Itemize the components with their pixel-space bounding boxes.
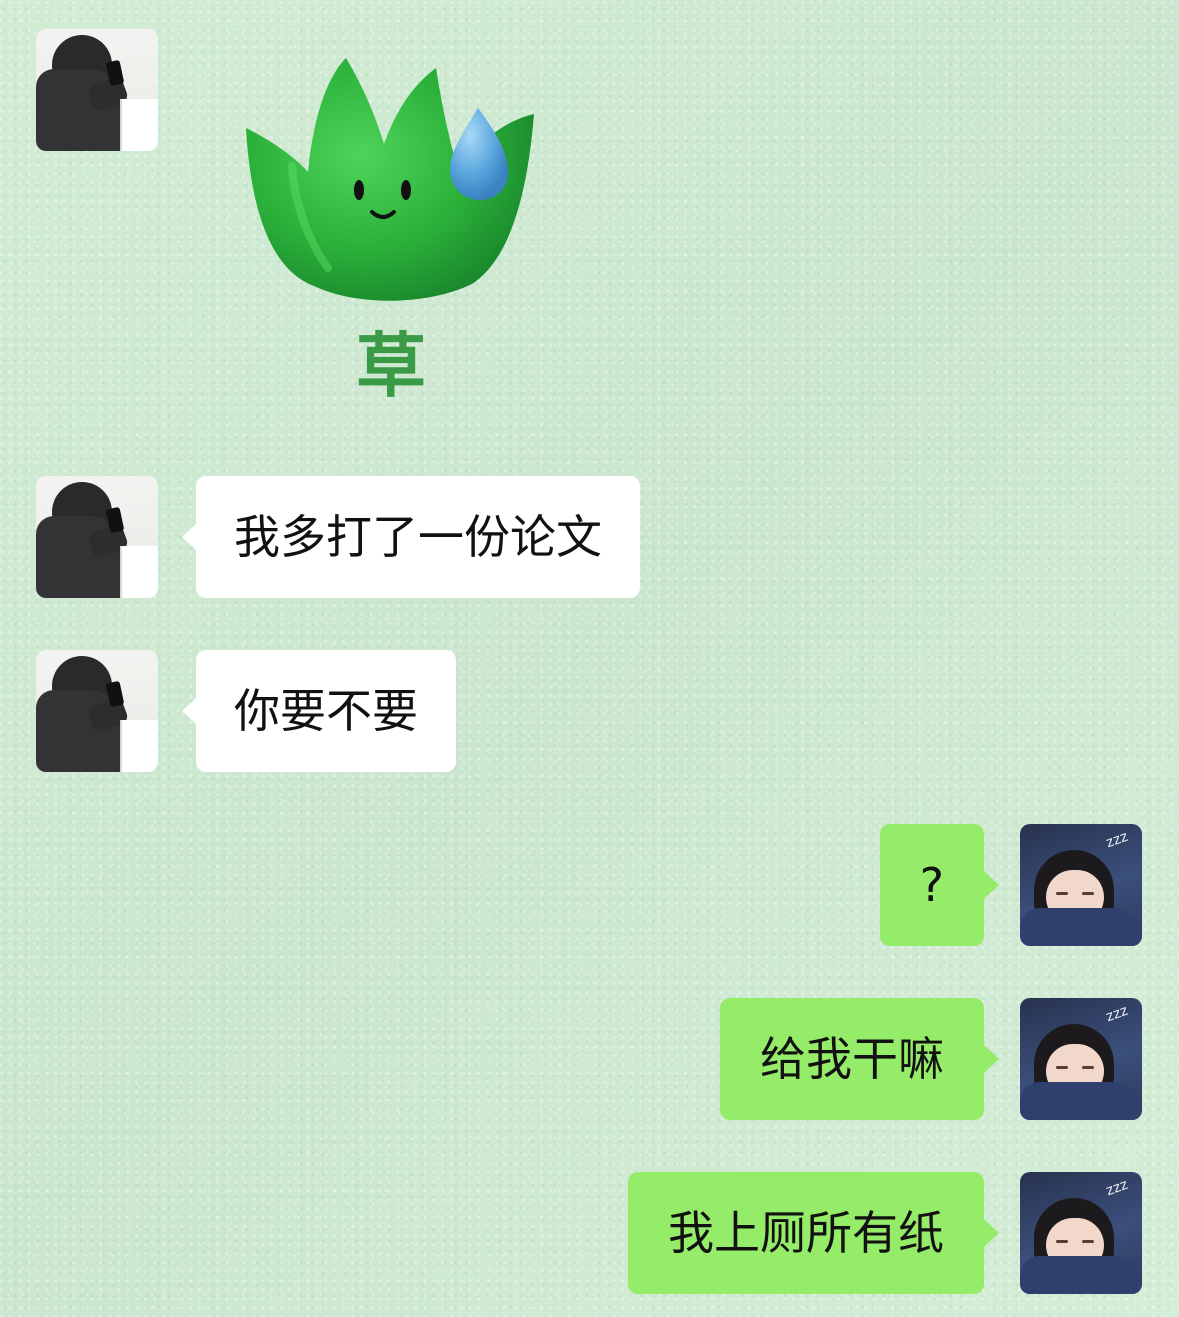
sticker-caption: 草 xyxy=(356,325,426,407)
outgoing-message-bubble[interactable]: 给我干嘛 xyxy=(720,998,999,1120)
message-row-incoming: 你要不要 xyxy=(0,650,1179,772)
message-row-outgoing: 给我干嘛 zzz xyxy=(0,998,1179,1120)
grass-crown-sweat-icon xyxy=(246,58,534,301)
contact-avatar[interactable] xyxy=(36,476,158,598)
my-avatar[interactable]: zzz xyxy=(1020,998,1142,1120)
sticker-message[interactable]: 草 xyxy=(236,48,546,408)
message-row-outgoing: ? zzz xyxy=(0,824,1179,946)
outgoing-message-bubble[interactable]: ? xyxy=(879,824,1000,946)
my-avatar[interactable]: zzz xyxy=(1020,824,1142,946)
incoming-message-bubble[interactable]: 我多打了一份论文 xyxy=(182,476,640,598)
chat-area: 草 我多打了一份论文 你要不要 ? zzz 给我干嘛 zzz 我上厕所有纸 zz… xyxy=(0,0,1179,1317)
my-avatar[interactable]: zzz xyxy=(1020,1172,1142,1294)
message-row-sticker: 草 xyxy=(0,0,1179,420)
contact-avatar[interactable] xyxy=(36,650,158,772)
outgoing-message-bubble[interactable]: 我上厕所有纸 xyxy=(628,1172,999,1294)
message-row-incoming: 我多打了一份论文 xyxy=(0,476,1179,598)
incoming-message-bubble[interactable]: 你要不要 xyxy=(182,650,456,772)
message-row-outgoing: 我上厕所有纸 zzz xyxy=(0,1172,1179,1294)
contact-avatar[interactable] xyxy=(36,29,158,151)
